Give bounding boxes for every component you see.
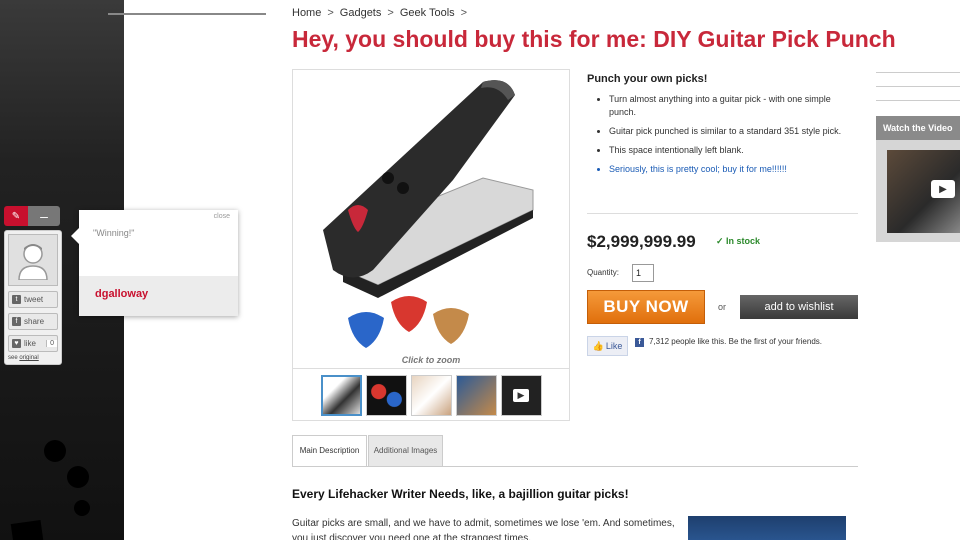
- divider: [587, 213, 858, 214]
- like-count: 0: [46, 340, 57, 347]
- decor-dot: [67, 466, 89, 488]
- play-icon: ▶: [512, 389, 530, 402]
- see-original: see original: [8, 355, 58, 361]
- description-heading: Every Lifehacker Writer Needs, like, a b…: [292, 487, 629, 501]
- close-link[interactable]: close: [214, 213, 230, 220]
- breadcrumb: Home > Gadgets > Geek Tools >: [292, 7, 467, 19]
- play-icon[interactable]: ▶: [931, 180, 955, 198]
- like-count-text: 7,312 people like this. Be the first of …: [649, 337, 822, 346]
- share-widget: ✎ – t tweet f share ♥ like 0 see origina…: [4, 206, 62, 365]
- info-heading: Punch your own picks!: [587, 73, 708, 85]
- decor-shape: [10, 520, 44, 540]
- decor-dot: [44, 440, 66, 462]
- comment-popup: close "Winning!" dgalloway: [71, 210, 238, 316]
- page-title: Hey, you should buy this for me: DIY Gui…: [292, 26, 896, 52]
- right-rule: [876, 100, 960, 101]
- user-bar: dgalloway: [79, 276, 238, 316]
- tab-divider: [292, 466, 858, 467]
- product-image[interactable]: [293, 70, 571, 355]
- product-image-box: Click to zoom ▶: [292, 69, 570, 421]
- username-link[interactable]: dgalloway: [95, 288, 148, 300]
- description-image: [688, 516, 846, 540]
- facebook-icon: f: [12, 317, 21, 326]
- thumbnail-hands[interactable]: [410, 375, 452, 416]
- breadcrumb-separator: >: [327, 7, 334, 19]
- breadcrumb-home[interactable]: Home: [292, 7, 321, 19]
- breadcrumb-geek-tools[interactable]: Geek Tools: [400, 7, 455, 19]
- feature-item: This space intentionally left blank.: [609, 144, 859, 157]
- thumbnail-punch[interactable]: [320, 375, 362, 416]
- tweet-button[interactable]: t tweet: [8, 291, 58, 308]
- feature-link[interactable]: Seriously, this is pretty cool; buy it f…: [609, 163, 859, 176]
- share-button[interactable]: f share: [8, 313, 58, 330]
- thumbnail-video[interactable]: ▶: [500, 375, 542, 416]
- see-prefix: see: [8, 355, 18, 361]
- tab-additional-images[interactable]: Additional Images: [368, 435, 443, 467]
- right-rule: [876, 72, 960, 73]
- quantity-label: Quantity:: [587, 268, 620, 277]
- add-to-wishlist-button[interactable]: add to wishlist: [740, 295, 858, 319]
- breadcrumb-gadgets[interactable]: Gadgets: [340, 7, 382, 19]
- decor-dot: [74, 500, 90, 516]
- right-rule: [876, 86, 960, 87]
- feature-item: Guitar pick punched is similar to a stan…: [609, 125, 859, 138]
- see-original-link[interactable]: original: [19, 355, 38, 361]
- comment-icon[interactable]: ✎: [4, 206, 28, 226]
- description-body: Guitar picks are small, and we have to a…: [292, 518, 675, 540]
- product-info: Punch your own picks! Turn almost anythi…: [587, 73, 859, 182]
- quantity-input[interactable]: 1: [632, 264, 654, 282]
- heart-icon: ♥: [12, 339, 21, 348]
- video-widget: Watch the Video ▶: [876, 116, 960, 242]
- person-icon: [18, 244, 48, 280]
- avatar: [8, 234, 58, 286]
- video-heading: Watch the Video: [876, 116, 960, 140]
- like-label: like: [24, 339, 37, 348]
- breadcrumb-separator: >: [460, 7, 468, 19]
- twitter-icon: t: [12, 295, 21, 304]
- click-to-zoom[interactable]: Click to zoom: [293, 355, 569, 365]
- thumbnail-picks[interactable]: [365, 375, 407, 416]
- thumbs-up-icon: 👍: [592, 340, 604, 351]
- tweet-label: tweet: [24, 295, 44, 304]
- facebook-like-button[interactable]: 👍 Like: [587, 336, 628, 356]
- thumbnail-strip: ▶: [293, 368, 569, 422]
- like-button-small[interactable]: ♥ like 0: [8, 335, 58, 352]
- description-tabs: Main Description Additional Images: [292, 435, 444, 467]
- feature-item: Turn almost anything into a guitar pick …: [609, 93, 859, 119]
- like-button-label: Like: [605, 341, 623, 351]
- or-label: or: [718, 302, 727, 312]
- top-rule: [108, 13, 266, 15]
- price: $2,999,999.99: [587, 232, 696, 251]
- share-label: share: [24, 317, 45, 326]
- comment-quote: "Winning!": [93, 228, 135, 238]
- feature-list: Turn almost anything into a guitar pick …: [587, 93, 859, 176]
- tab-main-description[interactable]: Main Description: [292, 435, 367, 467]
- thumbnail-card[interactable]: [455, 375, 497, 416]
- breadcrumb-separator: >: [387, 7, 394, 19]
- buy-now-button[interactable]: BUY NOW: [587, 290, 705, 324]
- facebook-icon: f: [635, 338, 644, 347]
- collapse-button[interactable]: –: [28, 206, 60, 226]
- stock-status: ✓ In stock: [716, 236, 761, 246]
